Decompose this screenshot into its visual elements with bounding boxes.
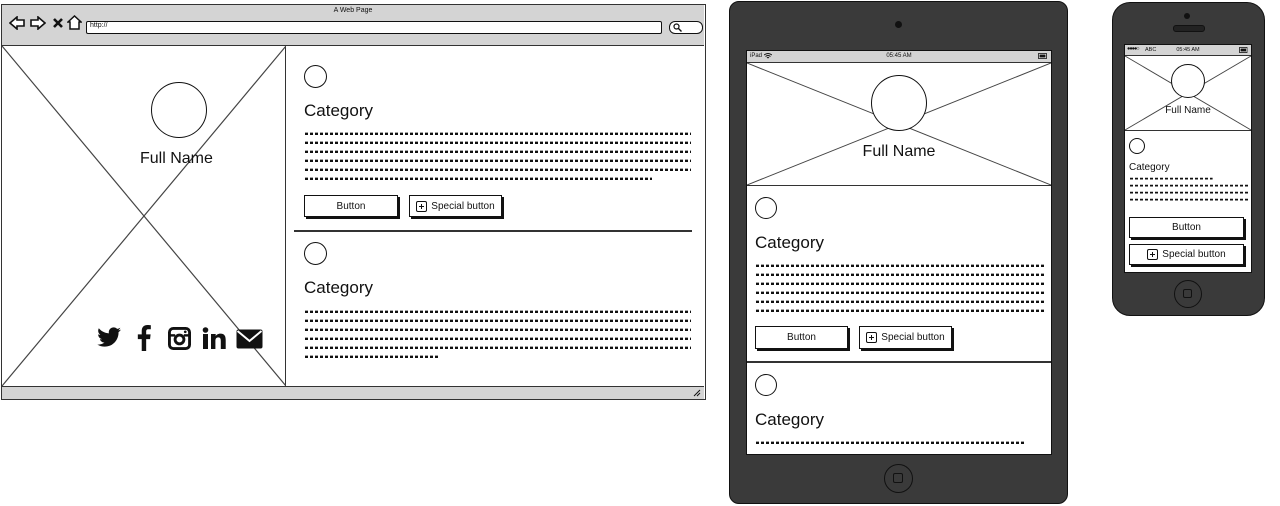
close-icon[interactable] (52, 17, 64, 29)
section-divider (747, 361, 1051, 363)
forward-icon[interactable] (30, 16, 46, 30)
section-category: Category (755, 233, 824, 252)
primary-button-label: Button (1172, 222, 1201, 233)
window-title: A Web Page (333, 7, 373, 14)
section-icon (304, 65, 327, 88)
phone-header-image: Full Name (1125, 56, 1251, 131)
section-category: Category (304, 101, 373, 120)
browser-statusbar (2, 386, 704, 399)
primary-button-label: Button (787, 332, 816, 343)
resize-grip-icon[interactable] (693, 389, 701, 397)
url-bar[interactable]: http:// (86, 21, 662, 34)
special-button-label: Special button (881, 332, 945, 343)
primary-button[interactable]: Button (1129, 217, 1244, 238)
tablet-device: iPad 05:45 AM Full Name Category Button … (729, 1, 1068, 504)
plus-icon (416, 200, 428, 212)
instagram-icon[interactable] (168, 327, 191, 350)
linkedin-icon[interactable] (202, 327, 226, 350)
section-body-text (1130, 175, 1248, 203)
facebook-icon[interactable] (137, 325, 151, 351)
profile-image-placeholder: Full Name (2, 46, 286, 386)
special-button-label: Special button (431, 200, 495, 212)
tablet-statusbar: iPad 05:45 AM (747, 51, 1051, 63)
status-time: 05:45 AM (1176, 47, 1200, 53)
status-time: 05:45 AM (886, 53, 912, 59)
plus-icon (1147, 249, 1159, 260)
avatar (871, 75, 927, 131)
email-icon[interactable] (236, 329, 263, 349)
tablet-screen: iPad 05:45 AM Full Name Category Button … (746, 50, 1052, 455)
tablet-camera (895, 21, 902, 28)
avatar (1171, 64, 1205, 98)
section-icon (1129, 138, 1145, 154)
section-divider (294, 230, 692, 232)
special-button[interactable]: Special button (1129, 244, 1244, 265)
tablet-home-button[interactable] (884, 464, 913, 493)
browser-window: A Web Page http:// Full Name Category Bu… (1, 4, 706, 400)
full-name: Full Name (1165, 105, 1211, 116)
browser-titlebar: A Web Page http:// (2, 5, 704, 46)
section-icon (304, 242, 327, 265)
search-icon (673, 23, 682, 32)
phone-camera (1184, 13, 1190, 19)
section-category: Category (304, 278, 373, 297)
special-button[interactable]: Special button (859, 326, 952, 349)
battery-icon (1239, 47, 1248, 53)
back-icon[interactable] (9, 16, 25, 30)
phone-device: ●●●●○ ABC 05:45 AM Full Name Category Bu… (1112, 2, 1265, 316)
search-box[interactable] (669, 21, 703, 34)
url-text: http:// (90, 22, 108, 29)
section-body-text (756, 438, 1024, 447)
primary-button[interactable]: Button (304, 195, 398, 217)
phone-speaker (1173, 25, 1205, 32)
section-icon (755, 374, 777, 396)
section-body-text (305, 307, 691, 361)
avatar (151, 82, 207, 138)
phone-screen: ●●●●○ ABC 05:45 AM Full Name Category Bu… (1124, 44, 1252, 273)
phone-home-button[interactable] (1174, 280, 1202, 308)
special-button[interactable]: Special button (409, 195, 502, 217)
full-name: Full Name (862, 143, 936, 160)
primary-button[interactable]: Button (755, 326, 848, 349)
twitter-icon[interactable] (96, 327, 122, 349)
phone-statusbar: ●●●●○ ABC 05:45 AM (1125, 45, 1251, 56)
section-body-text (756, 261, 1046, 315)
primary-button-label: Button (336, 200, 366, 212)
section-category: Category (755, 410, 824, 429)
home-icon[interactable] (67, 15, 82, 30)
tablet-header-image: Full Name (747, 63, 1051, 186)
battery-icon (1038, 53, 1047, 59)
section-category: Category (1129, 162, 1170, 173)
special-button-label: Special button (1162, 249, 1226, 260)
section-body-text (305, 129, 691, 183)
full-name: Full Name (140, 150, 213, 167)
plus-icon (866, 332, 878, 343)
section-icon (755, 197, 777, 219)
